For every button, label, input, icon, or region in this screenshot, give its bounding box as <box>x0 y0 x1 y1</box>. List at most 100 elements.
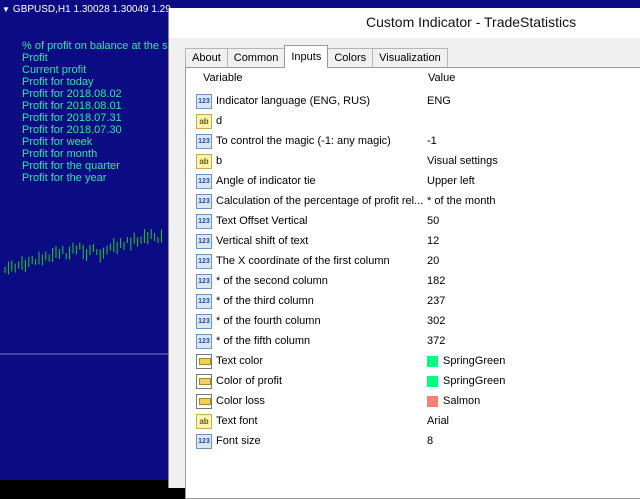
parameter-value-text: * of the month <box>427 195 496 207</box>
chart-header: ▼ GBPUSD,H1 1.30028 1.30049 1.29 <box>2 4 171 15</box>
parameter-value[interactable]: Upper left <box>427 175 475 187</box>
parameter-value[interactable]: * of the month <box>427 195 496 207</box>
stats-line: Profit for week <box>22 136 93 148</box>
integer-type-icon: 123 <box>196 294 212 309</box>
parameter-value[interactable]: 302 <box>427 315 445 327</box>
stats-line: Profit for the year <box>22 172 107 184</box>
stats-line: Profit for 2018.08.01 <box>22 100 122 112</box>
parameter-value[interactable]: Arial <box>427 415 449 427</box>
parameter-value[interactable]: SpringGreen <box>427 375 505 387</box>
inputs-panel: Variable Value 123 Indicator language (EN… <box>185 67 640 499</box>
tab-colors[interactable]: Colors <box>327 48 374 68</box>
color-type-icon <box>196 374 212 389</box>
tab-inputs[interactable]: Inputs <box>284 45 329 68</box>
parameter-value[interactable]: 8 <box>427 435 433 447</box>
parameter-row[interactable]: Color of profit SpringGreen <box>196 372 640 392</box>
parameter-value-text: ENG <box>427 95 451 107</box>
parameter-value[interactable]: 12 <box>427 235 439 247</box>
parameter-row[interactable]: 123 Text Offset Vertical 50 <box>196 212 640 232</box>
parameter-row[interactable]: 123 To control the magic (-1: any magic) -… <box>196 132 640 152</box>
integer-type-icon: 123 <box>196 214 212 229</box>
parameter-name: Font size <box>216 435 261 447</box>
column-header-value[interactable]: Value <box>428 72 455 84</box>
parameter-row[interactable]: ab d <box>196 112 640 132</box>
stats-line: Current profit <box>22 64 87 76</box>
string-type-icon: ab <box>196 414 212 429</box>
parameter-row[interactable]: 123 * of the third column 237 <box>196 292 640 312</box>
parameter-name: Text color <box>216 355 264 367</box>
string-type-icon: ab <box>196 154 212 169</box>
parameter-name: Color of profit <box>216 375 283 387</box>
parameter-row[interactable]: 123 Calculation of the percentage of prof… <box>196 192 640 212</box>
parameter-value[interactable]: ENG <box>427 95 451 107</box>
color-type-icon <box>196 394 212 409</box>
tab-visualization[interactable]: Visualization <box>372 48 448 68</box>
parameter-value-text: 182 <box>427 275 446 287</box>
parameter-name: d <box>216 115 223 127</box>
tab-about[interactable]: About <box>185 48 228 68</box>
parameter-value-text: 20 <box>427 255 440 267</box>
parameter-row[interactable]: 123 Indicator language (ENG, RUS) ENG <box>196 92 640 112</box>
integer-type-icon: 123 <box>196 254 212 269</box>
chart-symbol-title: GBPUSD,H1 1.30028 1.30049 1.29 <box>12 4 171 15</box>
parameter-value-text: 8 <box>427 435 434 447</box>
parameter-value[interactable]: Visual settings <box>427 155 498 167</box>
parameter-value-text: SpringGreen <box>443 375 506 387</box>
parameter-value[interactable]: Salmon <box>427 395 480 407</box>
parameter-row[interactable]: 123 Font size 8 <box>196 432 640 452</box>
parameter-value[interactable]: 20 <box>427 255 439 267</box>
parameter-value-text: 372 <box>427 335 446 347</box>
parameter-name: Color loss <box>216 395 265 407</box>
parameter-row[interactable]: 123 * of the fourth column 302 <box>196 312 640 332</box>
parameter-row[interactable]: 123 Angle of indicator tie Upper left <box>196 172 640 192</box>
parameter-name: * of the second column <box>216 275 328 287</box>
parameter-row[interactable]: ab Text font Arial <box>196 412 640 432</box>
stats-line: Profit <box>22 52 48 64</box>
stats-line: % of profit on balance at the s <box>22 40 168 52</box>
stats-line: Profit for today <box>22 76 94 88</box>
parameter-name: Angle of indicator tie <box>216 175 316 187</box>
integer-type-icon: 123 <box>196 134 212 149</box>
parameter-value-text: 50 <box>427 215 440 227</box>
parameter-value-text: -1 <box>427 135 437 147</box>
parameter-value-text: Visual settings <box>427 155 498 167</box>
parameter-row[interactable]: 123 Vertical shift of text 12 <box>196 232 640 252</box>
color-swatch <box>427 395 438 407</box>
parameter-value-text: Salmon <box>443 395 481 407</box>
parameter-name: To control the magic (-1: any magic) <box>216 135 391 147</box>
parameter-value[interactable]: 372 <box>427 335 445 347</box>
grid-header: Variable Value <box>186 68 640 88</box>
stats-line: Profit for 2018.07.31 <box>22 112 122 124</box>
parameter-row[interactable]: ab b Visual settings <box>196 152 640 172</box>
parameter-value-text: 237 <box>427 295 446 307</box>
parameter-row[interactable]: 123 The X coordinate of the first column 2… <box>196 252 640 272</box>
integer-type-icon: 123 <box>196 434 212 449</box>
parameter-name: Indicator language (ENG, RUS) <box>216 95 371 107</box>
parameter-value[interactable]: 182 <box>427 275 445 287</box>
integer-type-icon: 123 <box>196 234 212 249</box>
statistics-list: % of profit on balance at the s Profit Cur… <box>22 40 168 184</box>
parameter-name: * of the fourth column <box>216 315 321 327</box>
parameter-value[interactable]: 237 <box>427 295 445 307</box>
integer-type-icon: 123 <box>196 314 212 329</box>
parameter-row[interactable]: 123 * of the second column 182 <box>196 272 640 292</box>
parameter-name: The X coordinate of the first column <box>216 255 390 267</box>
column-header-variable[interactable]: Variable <box>203 72 243 84</box>
string-type-icon: ab <box>196 114 212 129</box>
parameter-value[interactable]: 50 <box>427 215 439 227</box>
parameter-row[interactable]: Text color SpringGreen <box>196 352 640 372</box>
parameter-value[interactable]: -1 <box>427 135 437 147</box>
parameter-name: * of the fifth column <box>216 335 311 347</box>
color-swatch <box>427 375 438 387</box>
stats-line: Profit for 2018.08.02 <box>22 88 122 100</box>
dialog-title: Custom Indicator - TradeStatistics <box>366 14 577 30</box>
dialog-titlebar[interactable]: Custom Indicator - TradeStatistics <box>169 8 640 38</box>
color-type-icon <box>196 354 212 369</box>
parameter-value[interactable]: SpringGreen <box>427 355 505 367</box>
tab-bar: About Common Inputs Colors Visualization <box>185 45 448 68</box>
tab-common[interactable]: Common <box>226 48 286 68</box>
indicator-dialog: Custom Indicator - TradeStatistics About… <box>168 8 640 499</box>
parameter-row[interactable]: Color loss Salmon <box>196 392 640 412</box>
parameter-row[interactable]: 123 * of the fifth column 372 <box>196 332 640 352</box>
integer-type-icon: 123 <box>196 94 212 109</box>
